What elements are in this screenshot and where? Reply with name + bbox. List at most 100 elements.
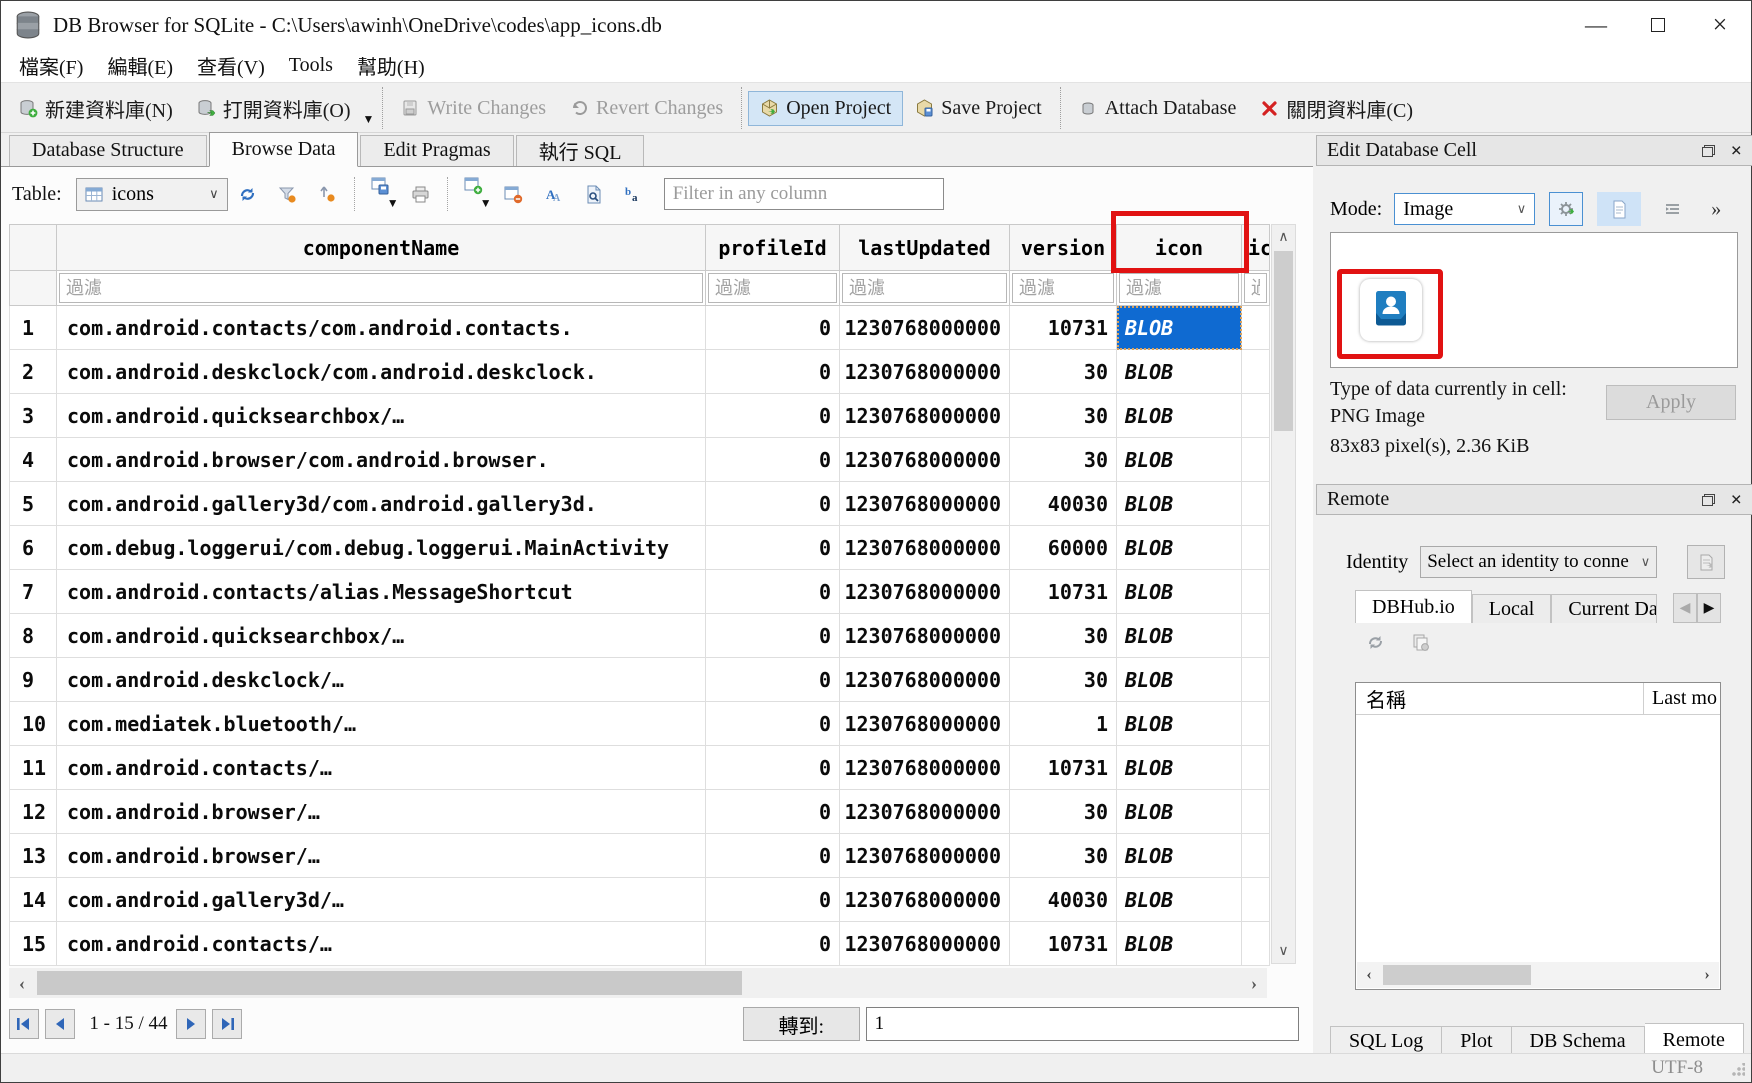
cell-pid[interactable]: 0 xyxy=(706,922,840,966)
remote-tabs-scroll-left[interactable]: ◀ xyxy=(1673,593,1697,623)
cell-name[interactable]: com.android.quicksearchbox/… xyxy=(57,614,706,658)
cell-ver[interactable]: 60000 xyxy=(1010,526,1117,570)
cell-lu[interactable]: 1230768000000 xyxy=(840,350,1010,394)
text-mode-button[interactable] xyxy=(1597,192,1641,226)
cell-num[interactable]: 4 xyxy=(9,438,57,482)
toolbar-overflow-button[interactable]: » xyxy=(1711,198,1719,221)
remote-tab-current-database[interactable]: Current Dat xyxy=(1551,594,1657,623)
menu-help[interactable]: 幫助(H) xyxy=(345,48,437,83)
cell-icon[interactable]: BLOB xyxy=(1117,570,1242,614)
previous-page-button[interactable] xyxy=(45,1009,75,1039)
encoding-button[interactable]: ba xyxy=(614,173,654,215)
cell-lu[interactable]: 1230768000000 xyxy=(840,614,1010,658)
cell-ver[interactable]: 30 xyxy=(1010,438,1117,482)
cell-name[interactable]: com.android.deskclock/com.android.deskcl… xyxy=(57,350,706,394)
grid-vertical-scrollbar[interactable]: ∧ ∨ xyxy=(1271,224,1296,964)
filter-componentName[interactable] xyxy=(59,273,703,303)
cell-pid[interactable]: 0 xyxy=(706,746,840,790)
cell-icon[interactable]: BLOB xyxy=(1117,790,1242,834)
tab-edit-pragmas[interactable]: Edit Pragmas xyxy=(360,135,513,166)
cell-name[interactable]: com.android.quicksearchbox/… xyxy=(57,394,706,438)
revert-changes-button[interactable]: Revert Changes xyxy=(558,91,735,126)
float-dock-icon[interactable] xyxy=(1702,145,1715,157)
remote-list-column-name[interactable]: 名稱 xyxy=(1356,683,1644,714)
header-icon[interactable]: icon xyxy=(1117,224,1242,271)
open-database-button[interactable]: 打開資料庫(O) xyxy=(185,88,363,129)
cell-ic[interactable] xyxy=(1242,878,1270,922)
remote-list-horizontal-scrollbar[interactable]: ‹ › xyxy=(1357,962,1719,988)
cell-pid[interactable]: 0 xyxy=(706,790,840,834)
cell-ver[interactable]: 30 xyxy=(1010,658,1117,702)
resize-grip-icon[interactable] xyxy=(1731,1063,1745,1077)
cell-ver[interactable]: 10731 xyxy=(1010,306,1117,350)
cell-num[interactable]: 15 xyxy=(9,922,57,966)
goto-button[interactable]: 轉到: xyxy=(743,1007,860,1041)
cell-name[interactable]: com.android.gallery3d/… xyxy=(57,878,706,922)
remote-list-column-lastmodified[interactable]: Last mo xyxy=(1644,687,1717,710)
header-version[interactable]: version xyxy=(1010,224,1117,271)
cell-ic[interactable] xyxy=(1242,394,1270,438)
cell-lu[interactable]: 1230768000000 xyxy=(840,306,1010,350)
cell-icon[interactable]: BLOB xyxy=(1117,394,1242,438)
cell-ver[interactable]: 30 xyxy=(1010,614,1117,658)
cell-ver[interactable]: 1 xyxy=(1010,702,1117,746)
vertical-scroll-thumb[interactable] xyxy=(1274,251,1293,431)
open-database-dropdown-arrow[interactable]: ▼ xyxy=(363,112,375,127)
save-results-button[interactable]: ▼ xyxy=(361,173,401,215)
cell-lu[interactable]: 1230768000000 xyxy=(840,922,1010,966)
cell-name[interactable]: com.android.browser/com.android.browser. xyxy=(57,438,706,482)
cell-pid[interactable]: 0 xyxy=(706,658,840,702)
scroll-right-arrow[interactable]: › xyxy=(1695,966,1719,984)
cell-ver[interactable]: 30 xyxy=(1010,350,1117,394)
cell-icon[interactable]: BLOB xyxy=(1117,350,1242,394)
cell-ic[interactable] xyxy=(1242,482,1270,526)
cell-ic[interactable] xyxy=(1242,350,1270,394)
maximize-button[interactable] xyxy=(1627,4,1689,46)
cell-name[interactable]: com.android.gallery3d/com.android.galler… xyxy=(57,482,706,526)
table-selector[interactable]: icons ∨ xyxy=(76,178,228,211)
header-componentName[interactable]: componentName xyxy=(57,224,706,271)
scroll-down-arrow[interactable]: ∨ xyxy=(1272,939,1295,963)
cell-pid[interactable]: 0 xyxy=(706,834,840,878)
cell-ic[interactable] xyxy=(1242,570,1270,614)
delete-record-button[interactable] xyxy=(494,173,534,215)
cell-name[interactable]: com.mediatek.bluetooth/… xyxy=(57,702,706,746)
cell-ic[interactable] xyxy=(1242,614,1270,658)
minimize-button[interactable]: — xyxy=(1565,4,1627,46)
filter-ic-partial[interactable] xyxy=(1244,273,1267,303)
cell-num[interactable]: 10 xyxy=(9,702,57,746)
cell-ic[interactable] xyxy=(1242,306,1270,350)
cell-ic[interactable] xyxy=(1242,834,1270,878)
cell-ver[interactable]: 10731 xyxy=(1010,746,1117,790)
cell-lu[interactable]: 1230768000000 xyxy=(840,526,1010,570)
cell-icon[interactable]: BLOB xyxy=(1117,438,1242,482)
close-dock-icon[interactable]: × xyxy=(1731,490,1742,510)
cell-icon[interactable]: BLOB xyxy=(1117,482,1242,526)
cell-pid[interactable]: 0 xyxy=(706,614,840,658)
first-page-button[interactable] xyxy=(9,1009,39,1039)
menu-file[interactable]: 檔案(F) xyxy=(7,48,95,83)
remote-list-scroll-thumb[interactable] xyxy=(1383,965,1531,985)
cell-lu[interactable]: 1230768000000 xyxy=(840,702,1010,746)
attach-database-button[interactable]: Attach Database xyxy=(1067,91,1249,126)
cell-lu[interactable]: 1230768000000 xyxy=(840,790,1010,834)
menu-edit[interactable]: 編輯(E) xyxy=(95,48,185,83)
horizontal-scroll-thumb[interactable] xyxy=(37,971,742,995)
cell-pid[interactable]: 0 xyxy=(706,526,840,570)
insert-record-button[interactable]: ▼ xyxy=(454,173,494,215)
filter-lastUpdated[interactable] xyxy=(842,273,1007,303)
cell-icon[interactable]: BLOB xyxy=(1117,702,1242,746)
cell-ver[interactable]: 30 xyxy=(1010,394,1117,438)
cell-pid[interactable]: 0 xyxy=(706,702,840,746)
cell-ver[interactable]: 40030 xyxy=(1010,482,1117,526)
cell-lu[interactable]: 1230768000000 xyxy=(840,570,1010,614)
cell-num[interactable]: 3 xyxy=(9,394,57,438)
cell-num[interactable]: 9 xyxy=(9,658,57,702)
cell-icon[interactable]: BLOB xyxy=(1117,746,1242,790)
cell-name[interactable]: com.android.browser/… xyxy=(57,790,706,834)
clear-filters-button[interactable] xyxy=(268,173,308,215)
goto-record-input[interactable] xyxy=(866,1007,1299,1041)
remote-clone-icon[interactable] xyxy=(1411,633,1430,652)
cell-num[interactable]: 1 xyxy=(9,306,57,350)
cell-lu[interactable]: 1230768000000 xyxy=(840,746,1010,790)
